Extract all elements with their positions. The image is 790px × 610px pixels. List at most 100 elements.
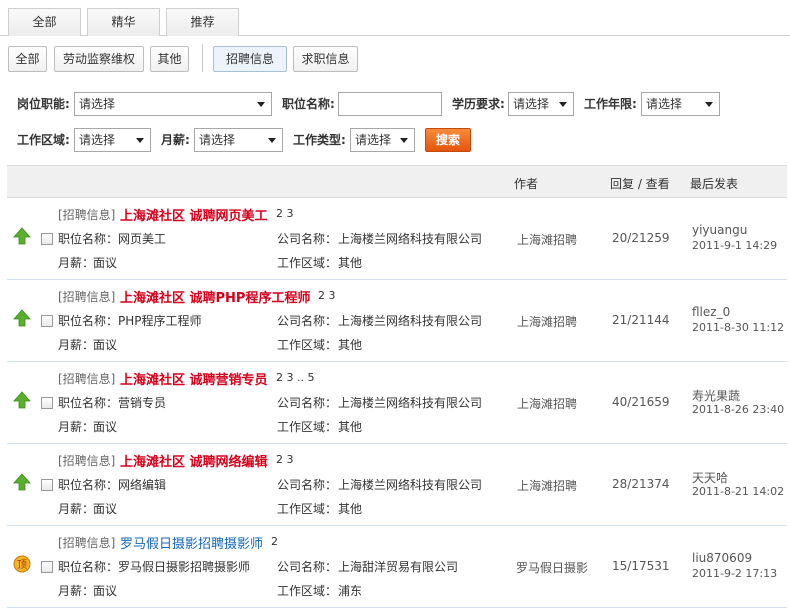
filter-jobseek-button[interactable]: 求职信息: [293, 46, 358, 72]
row-salary-value: 面议: [93, 584, 118, 598]
position-func-value: 请选择: [79, 97, 116, 111]
row-checkbox[interactable]: [41, 233, 53, 245]
row-checkbox[interactable]: [41, 315, 53, 327]
row-last-date: 2011-8-26 23:40: [692, 403, 785, 416]
table-row: [招聘信息] 上海滩社区 诚聘网络编辑 2 3 职位名称： 网络编辑 公司名称：…: [7, 444, 787, 526]
row-author[interactable]: 罗马假日摄影: [516, 559, 588, 576]
chevron-down-icon: [705, 102, 713, 107]
row-last-user[interactable]: yiyuangu: [692, 223, 747, 237]
row-checkbox[interactable]: [41, 561, 53, 573]
row-tag: [招聘信息]: [58, 290, 116, 304]
row-last-user[interactable]: 寿光果蔬: [692, 387, 740, 404]
top-tab-bar: 全部 精华 推荐: [0, 0, 790, 36]
row-position-value: 网络编辑: [118, 478, 167, 492]
row-pages[interactable]: 2 3: [276, 453, 294, 466]
row-company-value: 上海楼兰网络科技有限公司: [338, 314, 483, 328]
up-arrow-icon: [13, 473, 31, 491]
row-last-date: 2011-9-2 17:13: [692, 567, 778, 580]
table-row: 顶 [招聘信息] 罗马假日摄影招聘摄影师 2 职位名称： 罗马假日摄影招聘摄影师…: [7, 526, 787, 608]
row-last-user[interactable]: fllez_0: [692, 305, 730, 319]
row-author[interactable]: 上海滩招聘: [517, 313, 577, 330]
row-pages[interactable]: 2: [271, 535, 278, 548]
row-salary-label: 月薪：: [58, 420, 95, 434]
chevron-down-icon: [268, 138, 276, 143]
row-salary-value: 面议: [93, 256, 118, 270]
row-company-value: 上海楼兰网络科技有限公司: [338, 232, 483, 246]
row-tag: [招聘信息]: [58, 454, 116, 468]
header-last: 最后发表: [690, 177, 739, 191]
filter-other-button[interactable]: 其他: [150, 46, 189, 72]
row-area-label: 工作区域：: [277, 338, 338, 352]
row-area-label: 工作区域：: [277, 584, 338, 598]
top-badge-icon: 顶: [13, 555, 31, 573]
filter-labor-button[interactable]: 劳动监察维权: [54, 46, 144, 72]
row-author[interactable]: 上海滩招聘: [517, 395, 577, 412]
filter-divider: [202, 44, 203, 72]
row-salary-value: 面议: [93, 420, 118, 434]
row-area-value: 其他: [338, 256, 363, 270]
up-arrow-icon: [13, 227, 31, 245]
row-title-link[interactable]: 上海滩社区 诚聘网络编辑: [120, 451, 268, 470]
row-pages[interactable]: 2 3: [276, 207, 294, 220]
row-area-label: 工作区域：: [277, 502, 338, 516]
row-title-link[interactable]: 上海滩社区 诚聘营销专员: [120, 369, 268, 388]
row-stats: 40/21659: [612, 395, 670, 409]
row-company-label: 公司名称：: [277, 232, 338, 246]
row-pages[interactable]: 2 3 .. 5: [276, 371, 314, 384]
position-name-input[interactable]: [338, 92, 442, 116]
row-area-label: 工作区域：: [277, 256, 338, 270]
row-area-value: 其他: [338, 338, 363, 352]
row-pages[interactable]: 2 3: [318, 289, 336, 302]
tab-recommended[interactable]: 推荐: [166, 8, 239, 36]
row-company-value: 上海楼兰网络科技有限公司: [338, 478, 483, 492]
area-label: 工作区域:: [17, 133, 70, 147]
years-select[interactable]: 请选择: [641, 92, 720, 116]
row-salary-label: 月薪：: [58, 338, 95, 352]
row-last-date: 2011-8-21 14:02: [692, 485, 785, 498]
salary-value: 请选择: [199, 133, 236, 147]
row-checkbox[interactable]: [41, 397, 53, 409]
row-company-value: 上海楼兰网络科技有限公司: [338, 396, 483, 410]
table-row: [招聘信息] 上海滩社区 诚聘网页美工 2 3 职位名称： 网页美工 公司名称：…: [7, 198, 787, 280]
row-company-value: 上海甜洋贸易有限公司: [338, 560, 459, 574]
row-title-link[interactable]: 上海滩社区 诚聘PHP程序工程师: [120, 287, 310, 306]
tab-all[interactable]: 全部: [8, 8, 81, 36]
row-position-value: 罗马假日摄影招聘摄影师: [118, 560, 251, 574]
position-func-label: 岗位职能:: [17, 97, 70, 111]
tab-featured[interactable]: 精华: [87, 8, 160, 36]
area-value: 请选择: [79, 133, 116, 147]
row-salary-label: 月薪：: [58, 502, 95, 516]
search-button[interactable]: 搜索: [425, 128, 471, 152]
position-func-select[interactable]: 请选择: [74, 92, 272, 116]
filter-all-button[interactable]: 全部: [8, 46, 47, 72]
row-last-user[interactable]: 天天哈: [692, 469, 728, 486]
chevron-down-icon: [136, 138, 144, 143]
row-last-user[interactable]: liu870609: [692, 551, 752, 565]
salary-label: 月薪:: [161, 133, 190, 147]
row-area-value: 浦东: [338, 584, 363, 598]
row-checkbox[interactable]: [41, 479, 53, 491]
row-title-link[interactable]: 上海滩社区 诚聘网页美工: [120, 205, 268, 224]
row-salary-value: 面议: [93, 338, 118, 352]
row-area-value: 其他: [338, 502, 363, 516]
table-header: 作者 回复 / 查看 最后发表: [7, 165, 787, 198]
filter-recruit-button[interactable]: 招聘信息: [213, 46, 287, 72]
row-stats: 21/21144: [612, 313, 670, 327]
row-position-label: 职位名称：: [58, 396, 119, 410]
row-author[interactable]: 上海滩招聘: [517, 477, 577, 494]
row-area-label: 工作区域：: [277, 420, 338, 434]
row-position-value: 网页美工: [118, 232, 167, 246]
row-title-link[interactable]: 罗马假日摄影招聘摄影师: [120, 533, 263, 552]
top-badge-text: 顶: [17, 559, 27, 571]
area-select[interactable]: 请选择: [74, 128, 151, 152]
salary-select[interactable]: 请选择: [194, 128, 283, 152]
chevron-down-icon: [400, 138, 408, 143]
education-select[interactable]: 请选择: [508, 92, 574, 116]
row-author[interactable]: 上海滩招聘: [517, 231, 577, 248]
row-position-label: 职位名称：: [58, 232, 119, 246]
education-value: 请选择: [513, 97, 550, 111]
jobtype-select[interactable]: 请选择: [350, 128, 415, 152]
row-position-label: 职位名称：: [58, 314, 119, 328]
row-last-date: 2011-8-30 11:12: [692, 321, 785, 334]
row-salary-label: 月薪：: [58, 256, 95, 270]
